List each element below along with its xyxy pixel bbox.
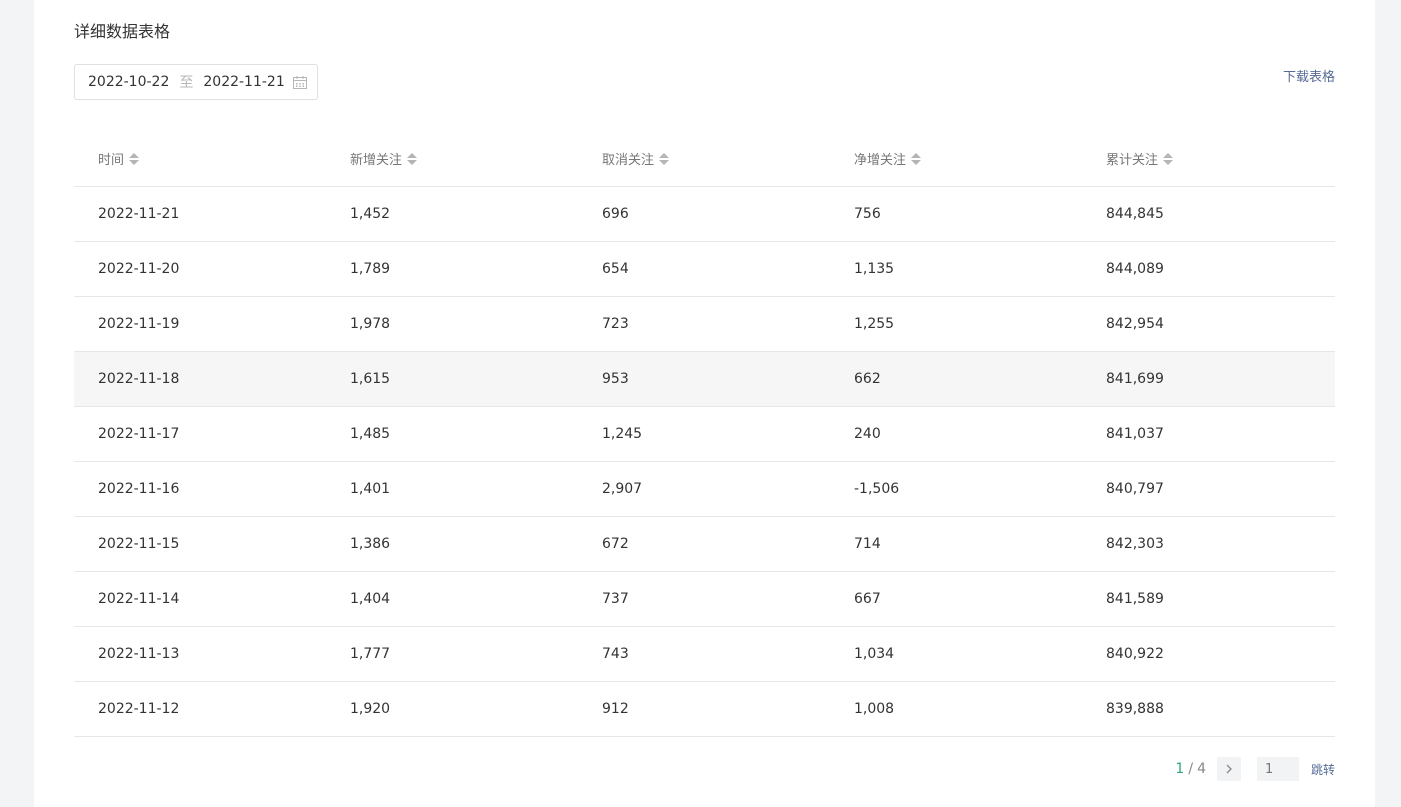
column-header-label: 时间 [98, 153, 125, 169]
table-cell: 2022-11-19 [74, 296, 326, 352]
date-separator: 至 [179, 75, 194, 91]
table-cell: 1,404 [326, 571, 578, 627]
table-cell: 737 [578, 571, 830, 627]
table-cell: 2022-11-17 [74, 406, 326, 462]
table-row: 2022-11-17 1,485 1,245 240 841,037 [74, 406, 1335, 462]
calendar-icon[interactable] [293, 76, 307, 89]
sort-icon[interactable] [911, 152, 922, 165]
column-header-label: 净增关注 [854, 153, 907, 169]
table-cell: 1,789 [326, 241, 578, 297]
column-header-time[interactable]: 时间 [74, 132, 326, 187]
table-cell: 1,245 [578, 406, 830, 462]
table-cell: 839,888 [1082, 681, 1335, 737]
table-row: 2022-11-12 1,920 912 1,008 839,888 [74, 681, 1335, 737]
table-cell: 1,008 [830, 681, 1082, 737]
table-cell: 2022-11-18 [74, 351, 326, 407]
table-cell: 696 [578, 186, 830, 242]
jump-button[interactable]: 跳转 [1311, 761, 1335, 778]
table-cell: 842,303 [1082, 516, 1335, 572]
table-cell: 844,089 [1082, 241, 1335, 297]
table-cell: 1,135 [830, 241, 1082, 297]
sort-icon[interactable] [407, 152, 418, 165]
table-cell: 2022-11-16 [74, 461, 326, 517]
page-current: 1 [1175, 761, 1185, 777]
date-end[interactable]: 2022-11-21 [203, 74, 284, 90]
table-cell: 2022-11-21 [74, 186, 326, 242]
table-cell: 2022-11-20 [74, 241, 326, 297]
table-row: 2022-11-13 1,777 743 1,034 840,922 [74, 626, 1335, 682]
column-header-new-follows[interactable]: 新增关注 [326, 132, 578, 187]
table-row: 2022-11-15 1,386 672 714 842,303 [74, 516, 1335, 572]
table-cell: 2022-11-12 [74, 681, 326, 737]
table-cell: 2022-11-15 [74, 516, 326, 572]
pagination: 1 / 4 跳转 [1175, 757, 1335, 781]
sort-icon[interactable] [659, 152, 670, 165]
chevron-right-icon [1226, 764, 1232, 774]
table-row: 2022-11-19 1,978 723 1,255 842,954 [74, 296, 1335, 352]
table-cell: 1,386 [326, 516, 578, 572]
table-cell: 840,797 [1082, 461, 1335, 517]
table-cell: 1,920 [326, 681, 578, 737]
section-title: 详细数据表格 [74, 22, 171, 41]
table-cell: 912 [578, 681, 830, 737]
data-table: 时间 新增关注 取消关注 净增关注 累计关注 2022-11-21 1,452 … [74, 132, 1335, 737]
table-cell: 654 [578, 241, 830, 297]
table-cell: 2,907 [578, 461, 830, 517]
next-page-button[interactable] [1216, 757, 1241, 781]
page-total: 4 [1197, 761, 1206, 777]
sort-icon[interactable] [129, 152, 140, 165]
table-cell: 723 [578, 296, 830, 352]
download-table-link[interactable]: 下载表格 [1283, 66, 1335, 85]
table-row: 2022-11-21 1,452 696 756 844,845 [74, 186, 1335, 242]
table-cell: 2022-11-14 [74, 571, 326, 627]
date-range-picker[interactable]: 2022-10-22 至 2022-11-21 [74, 64, 318, 100]
date-start[interactable]: 2022-10-22 [88, 74, 169, 90]
table-cell: 667 [830, 571, 1082, 627]
table-cell: 841,699 [1082, 351, 1335, 407]
column-header-unfollows[interactable]: 取消关注 [578, 132, 830, 187]
table-cell: 1,485 [326, 406, 578, 462]
column-header-net-follows[interactable]: 净增关注 [830, 132, 1082, 187]
table-header-row: 时间 新增关注 取消关注 净增关注 累计关注 [74, 132, 1335, 187]
column-header-cumulative-follows[interactable]: 累计关注 [1082, 132, 1335, 187]
sort-icon[interactable] [1163, 152, 1174, 165]
page-separator: / [1188, 761, 1194, 777]
table-cell: 1,034 [830, 626, 1082, 682]
table-cell: 844,845 [1082, 186, 1335, 242]
table-cell: 841,589 [1082, 571, 1335, 627]
table-cell: 743 [578, 626, 830, 682]
table-cell: 842,954 [1082, 296, 1335, 352]
data-table-card: 详细数据表格 2022-10-22 至 2022-11-21 下载表格 时间 新… [34, 0, 1375, 807]
table-row: 2022-11-16 1,401 2,907 -1,506 840,797 [74, 461, 1335, 517]
table-cell: 1,615 [326, 351, 578, 407]
table-cell: 714 [830, 516, 1082, 572]
column-header-label: 取消关注 [602, 153, 655, 169]
table-cell: 1,255 [830, 296, 1082, 352]
table-cell: 240 [830, 406, 1082, 462]
table-cell: 672 [578, 516, 830, 572]
table-cell: -1,506 [830, 461, 1082, 517]
column-header-label: 累计关注 [1106, 153, 1159, 169]
table-cell: 953 [578, 351, 830, 407]
table-cell: 756 [830, 186, 1082, 242]
table-cell: 1,452 [326, 186, 578, 242]
table-row: 2022-11-14 1,404 737 667 841,589 [74, 571, 1335, 627]
table-cell: 1,978 [326, 296, 578, 352]
table-cell: 1,401 [326, 461, 578, 517]
table-cell: 2022-11-13 [74, 626, 326, 682]
table-row: 2022-11-20 1,789 654 1,135 844,089 [74, 241, 1335, 297]
table-cell: 662 [830, 351, 1082, 407]
column-header-label: 新增关注 [350, 153, 403, 169]
page-number-input[interactable] [1256, 757, 1299, 781]
table-cell: 840,922 [1082, 626, 1335, 682]
table-cell: 1,777 [326, 626, 578, 682]
table-cell: 841,037 [1082, 406, 1335, 462]
table-row-hovered: 2022-11-18 1,615 953 662 841,699 [74, 351, 1335, 407]
